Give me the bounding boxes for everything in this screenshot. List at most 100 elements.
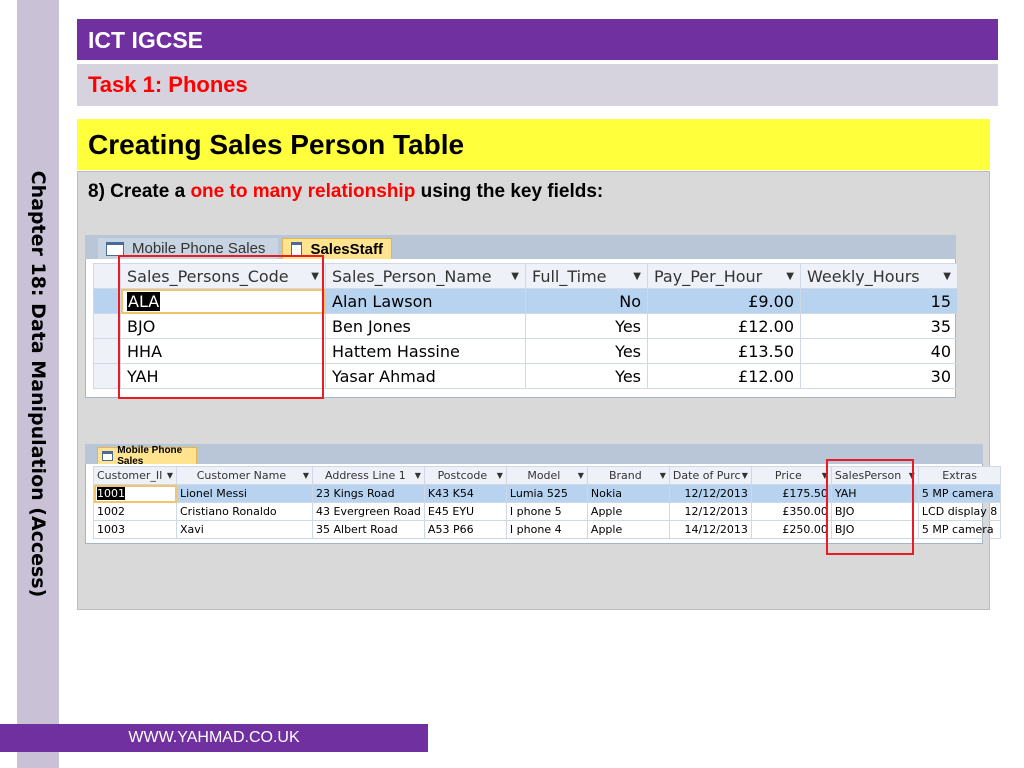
column-header[interactable]: Date of Purc ▼ — [668, 466, 752, 485]
table-cell[interactable]: Xavi — [176, 520, 313, 539]
column-header-label: Weekly_Hours — [807, 266, 920, 286]
chevron-down-icon[interactable]: ▼ — [511, 271, 519, 282]
table-cell[interactable]: 14/12/2013 — [668, 520, 752, 539]
table-icon — [102, 451, 114, 461]
column-header-label: Full_Time — [532, 266, 607, 286]
table-cell[interactable]: 5 MP camera — [917, 520, 1002, 539]
table-cell[interactable]: Yasar Ahmad — [325, 363, 526, 389]
chevron-down-icon[interactable]: ▼ — [167, 471, 173, 480]
table-cell[interactable]: K43 K54 — [423, 484, 507, 503]
column-header-label: Postcode — [437, 469, 488, 482]
table-cell[interactable]: Yes — [525, 338, 648, 364]
chevron-down-icon[interactable]: ▼ — [497, 471, 503, 480]
table-cell[interactable]: 30 — [800, 363, 958, 389]
column-header[interactable]: Weekly_Hours ▼ — [800, 263, 958, 289]
table-cell[interactable]: I phone 4 — [505, 520, 588, 539]
header-bar — [77, 19, 998, 60]
chevron-down-icon[interactable]: ▼ — [943, 271, 951, 282]
tab-mobile-phone-sales-active[interactable]: Mobile Phone Sales — [97, 445, 197, 467]
row-selector[interactable] — [93, 363, 121, 389]
column-header[interactable]: Postcode ▼ — [423, 466, 507, 485]
task-title: Task 1: Phones — [88, 72, 248, 97]
table-cell[interactable]: £350.00 — [750, 502, 832, 521]
column-header[interactable]: Price ▼ — [750, 466, 832, 485]
column-header-label: Address Line 1 — [325, 469, 406, 482]
column-header[interactable]: Model ▼ — [505, 466, 588, 485]
chevron-down-icon[interactable]: ▼ — [742, 471, 748, 480]
table-cell[interactable]: 35 Albert Road — [312, 520, 425, 539]
chapter-label: Chapter 18: Data Manipulation (Access) — [27, 170, 49, 598]
slide-heading: Creating Sales Person Table — [88, 129, 465, 160]
column-header[interactable]: Customer Name ▼ — [176, 466, 313, 485]
instruction-suffix: using the key fields: — [415, 181, 604, 202]
table-cell[interactable]: £9.00 — [647, 288, 801, 314]
row-selector[interactable] — [93, 338, 121, 364]
table-cell[interactable]: 15 — [800, 288, 958, 314]
table-cell[interactable]: Hattem Hassine — [325, 338, 526, 364]
table-cell[interactable]: 12/12/2013 — [668, 502, 752, 521]
table-cell[interactable]: 1002 — [93, 502, 177, 521]
highlight-box-primary-key — [118, 255, 324, 399]
table-cell[interactable]: Apple — [586, 502, 670, 521]
column-header-label: Model — [527, 469, 561, 482]
table-cell[interactable]: 1001 — [93, 484, 177, 503]
instruction-highlight: one to many relationship — [190, 181, 416, 202]
table-cell[interactable]: £13.50 — [647, 338, 801, 364]
table-cell[interactable]: E45 EYU — [423, 502, 507, 521]
column-header[interactable]: Pay_Per_Hour ▼ — [647, 263, 801, 289]
table-icon — [291, 242, 303, 256]
column-header[interactable]: Address Line 1 ▼ — [312, 466, 425, 485]
table-cell[interactable]: Yes — [525, 313, 648, 339]
table-cell[interactable]: Alan Lawson — [325, 288, 526, 314]
select-all-cell[interactable] — [93, 263, 121, 289]
table-cell[interactable]: 43 Evergreen Road — [312, 502, 425, 521]
chevron-down-icon[interactable]: ▼ — [786, 271, 794, 282]
row-selector[interactable] — [93, 288, 121, 314]
column-header-label: Sales_Person_Name — [332, 266, 492, 286]
course-title: ICT IGCSE — [88, 27, 204, 53]
table-cell[interactable]: A53 P66 — [423, 520, 507, 539]
chevron-down-icon[interactable]: ▼ — [578, 471, 584, 480]
column-header[interactable]: Brand ▼ — [586, 466, 670, 485]
table-cell[interactable]: LCD display 8 — [917, 502, 1002, 521]
table-cell[interactable]: Cristiano Ronaldo — [176, 502, 313, 521]
table-cell[interactable]: £12.00 — [647, 363, 801, 389]
chevron-down-icon[interactable]: ▼ — [303, 471, 309, 480]
cell-text: 1001 — [97, 487, 125, 500]
table-cell[interactable]: £250.00 — [750, 520, 832, 539]
column-header[interactable]: Customer_II ▼ — [93, 466, 177, 485]
table-cell[interactable]: Lionel Messi — [176, 484, 313, 503]
table-cell[interactable]: 12/12/2013 — [668, 484, 752, 503]
table-cell[interactable]: Apple — [586, 520, 670, 539]
column-header-label: Date of Purc — [672, 469, 741, 482]
column-header[interactable]: Full_Time ▼ — [525, 263, 648, 289]
column-header[interactable]: Extras — [917, 466, 1002, 485]
table-cell[interactable]: I phone 5 — [505, 502, 588, 521]
table-cell[interactable]: 40 — [800, 338, 958, 364]
tab-label: Mobile Phone Sales — [117, 445, 183, 467]
chevron-down-icon[interactable]: ▼ — [415, 471, 421, 480]
table-cell[interactable]: No — [525, 288, 648, 314]
chevron-down-icon[interactable]: ▼ — [660, 471, 666, 480]
column-header-label: Pay_Per_Hour — [654, 266, 763, 286]
table-cell[interactable]: 1003 — [93, 520, 177, 539]
highlight-box-foreign-key — [826, 459, 914, 555]
table-cell[interactable]: Nokia — [586, 484, 670, 503]
table-cell[interactable]: Yes — [525, 363, 648, 389]
column-header-label: Price — [774, 469, 802, 482]
footer-url[interactable]: WWW.YAHMAD.CO.UK — [0, 729, 428, 747]
chevron-down-icon[interactable]: ▼ — [633, 271, 641, 282]
column-header-label: Extras — [942, 469, 977, 482]
table-cell[interactable]: Lumia 525 — [505, 484, 588, 503]
row-selector[interactable] — [93, 313, 121, 339]
table-cell[interactable]: 5 MP camera — [917, 484, 1002, 503]
table-cell[interactable]: 23 Kings Road — [312, 484, 425, 503]
table-icon — [106, 241, 124, 256]
column-header-label: Brand — [608, 469, 642, 482]
table-cell[interactable]: £175.50 — [750, 484, 832, 503]
column-header[interactable]: Sales_Person_Name ▼ — [325, 263, 526, 289]
table-cell[interactable]: 35 — [800, 313, 958, 339]
column-header-label: Customer Name — [196, 469, 287, 482]
table-cell[interactable]: £12.00 — [647, 313, 801, 339]
table-cell[interactable]: Ben Jones — [325, 313, 526, 339]
